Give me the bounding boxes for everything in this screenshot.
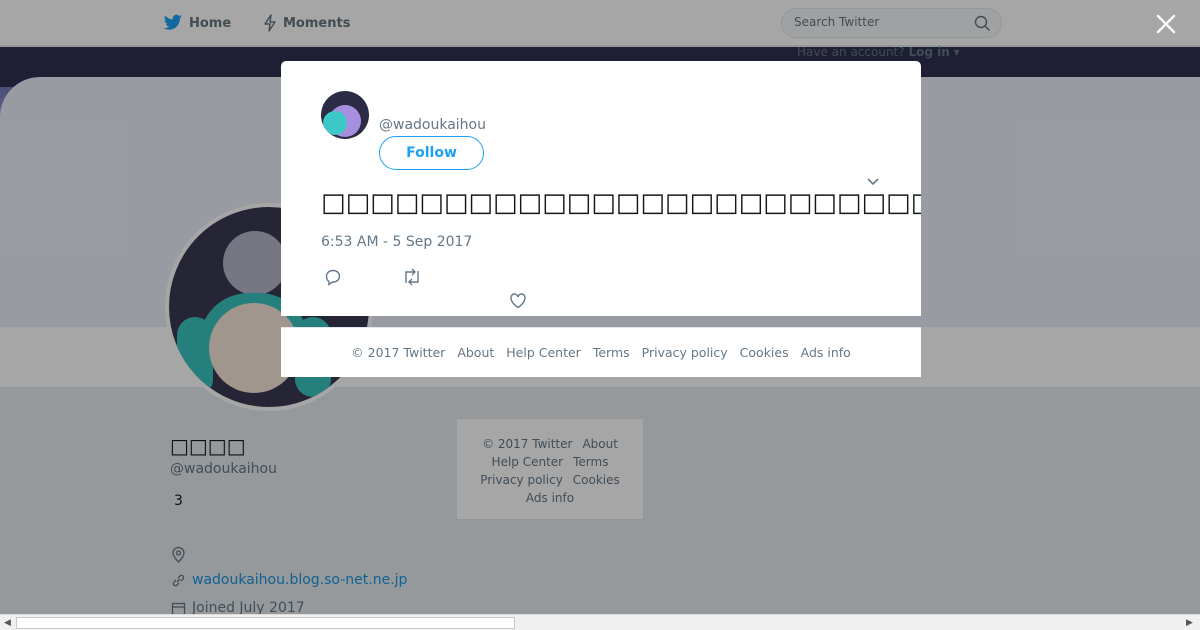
footer-about[interactable]: About bbox=[457, 345, 494, 360]
horizontal-scrollbar[interactable]: ◀ ▶ bbox=[0, 614, 1200, 630]
tweet-author-handle[interactable]: @wadoukaihou bbox=[379, 117, 486, 133]
tweet-author-avatar[interactable] bbox=[321, 91, 369, 139]
close-icon[interactable] bbox=[1153, 11, 1179, 37]
modal-footer: © 2017 Twitter About Help Center Terms P… bbox=[281, 327, 921, 377]
like-heart-icon[interactable] bbox=[509, 292, 527, 309]
scroll-left-arrow-icon[interactable]: ◀ bbox=[4, 618, 11, 628]
chevron-down-icon[interactable] bbox=[865, 173, 881, 189]
footer-terms[interactable]: Terms bbox=[593, 345, 630, 360]
scrollbar-thumb[interactable] bbox=[16, 617, 515, 629]
follow-button[interactable]: Follow bbox=[379, 136, 484, 170]
footer-cookies[interactable]: Cookies bbox=[740, 345, 789, 360]
tweet-text: □□□□□□□□□□□□□□□□□□□□□□□□□□□□□□□□□□□□□□□□… bbox=[321, 188, 921, 218]
footer-help-center[interactable]: Help Center bbox=[506, 345, 581, 360]
footer-copyright: © 2017 Twitter bbox=[351, 345, 446, 360]
reply-icon[interactable] bbox=[324, 268, 342, 286]
tweet-modal: @wadoukaihou Follow □□□□□□□□□□□□□□□□□□□□… bbox=[281, 61, 921, 316]
retweet-icon[interactable] bbox=[402, 268, 422, 286]
tweet-avatar-shape-front bbox=[323, 111, 347, 135]
scroll-right-arrow-icon[interactable]: ▶ bbox=[1186, 618, 1193, 628]
footer-privacy-policy[interactable]: Privacy policy bbox=[642, 345, 728, 360]
footer-ads-info[interactable]: Ads info bbox=[801, 345, 851, 360]
tweet-timestamp[interactable]: 6:53 AM - 5 Sep 2017 bbox=[321, 234, 472, 250]
